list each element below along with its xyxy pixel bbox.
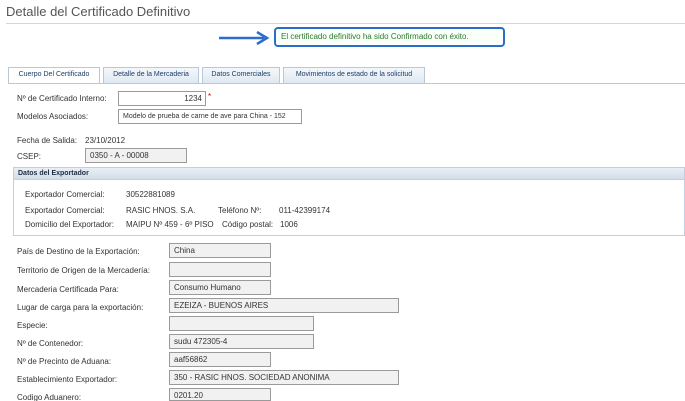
cert-interno-label: Nº de Certificado Interno: (17, 94, 107, 103)
arrow-right-icon (219, 31, 270, 45)
success-message: El certificado definitivo ha sido Confir… (274, 27, 505, 47)
lugar-carga-field: EZEIZA - BUENOS AIRES (169, 298, 399, 313)
establecimiento-field: 350 - RASIC HNOS. SOCIEDAD ANONIMA (169, 370, 399, 385)
mercaderia-certificada-label: Mercaderia Certificada Para: (17, 285, 119, 294)
required-marker: * (208, 92, 212, 101)
csep-label: CSEP: (17, 152, 42, 161)
exportador-razon-social-value: RASIC HNOS. S.A. (126, 206, 196, 215)
pais-destino-label: País de Destino de la Exportación: (17, 247, 140, 256)
modelos-label: Modelos Asociados: (17, 112, 89, 121)
territorio-origen-label: Territorio de Origen de la Mercadería: (17, 266, 150, 275)
precinto-aduana-field: aaf56862 (169, 352, 271, 367)
lugar-carga-label: Lugar de carga para la exportación: (17, 303, 144, 312)
fecha-salida-value: 23/10/2012 (85, 136, 126, 145)
fecha-salida-label: Fecha de Salida: (17, 136, 78, 145)
tab-detalle-mercaderia[interactable]: Detalle de la Mercaderia (103, 67, 199, 83)
exportador-cuit-value: 30522881089 (126, 190, 175, 199)
page-title: Detalle del Certificado Definitivo (6, 4, 191, 19)
codigo-aduanero-label: Codigo Aduanero: (17, 393, 82, 401)
tab-cuerpo-del-certificado[interactable]: Cuerpo Del Certificado (8, 67, 100, 84)
exportador-comercial-label-1: Exportador Comercial: (25, 190, 105, 199)
contenedor-field: sudu 472305-4 (169, 334, 314, 349)
exportador-comercial-label-2: Exportador Comercial: (25, 206, 105, 215)
exportador-section-header: Datos del Exportador (13, 167, 685, 180)
contenedor-label: Nº de Contenedor: (17, 339, 84, 348)
tabs-divider (8, 83, 685, 84)
mercaderia-certificada-field: Consumo Humano (169, 280, 271, 295)
especie-label: Especie: (17, 321, 48, 330)
tab-movimientos-estado[interactable]: Movimientos de estado de la solicitud (283, 67, 425, 83)
codigo-postal-label: Código postal: (222, 220, 274, 229)
territorio-origen-field (169, 262, 271, 277)
title-divider (6, 23, 685, 24)
modelos-field[interactable]: Modelo de prueba de carne de ave para Ch… (118, 109, 302, 124)
precinto-aduana-label: Nº de Precinto de Aduana: (17, 357, 112, 366)
csep-field: 0350 - A - 00008 (85, 148, 187, 163)
codigo-postal-value: 1006 (280, 220, 298, 229)
domicilio-value: MAIPU Nº 459 - 6º PISO (126, 220, 214, 229)
tab-datos-comerciales[interactable]: Datos Comerciales (202, 67, 280, 83)
domicilio-label: Domicilio del Exportador: (25, 220, 114, 229)
telefono-value: 011-42399174 (279, 206, 331, 215)
codigo-aduanero-field: 0201.20 (169, 388, 271, 401)
pais-destino-field: China (169, 243, 271, 258)
establecimiento-label: Establecimiento Exportador: (17, 375, 118, 384)
cert-interno-field[interactable]: 1234 (118, 91, 206, 106)
especie-field (169, 316, 314, 331)
telefono-label: Teléfono Nº: (218, 206, 262, 215)
